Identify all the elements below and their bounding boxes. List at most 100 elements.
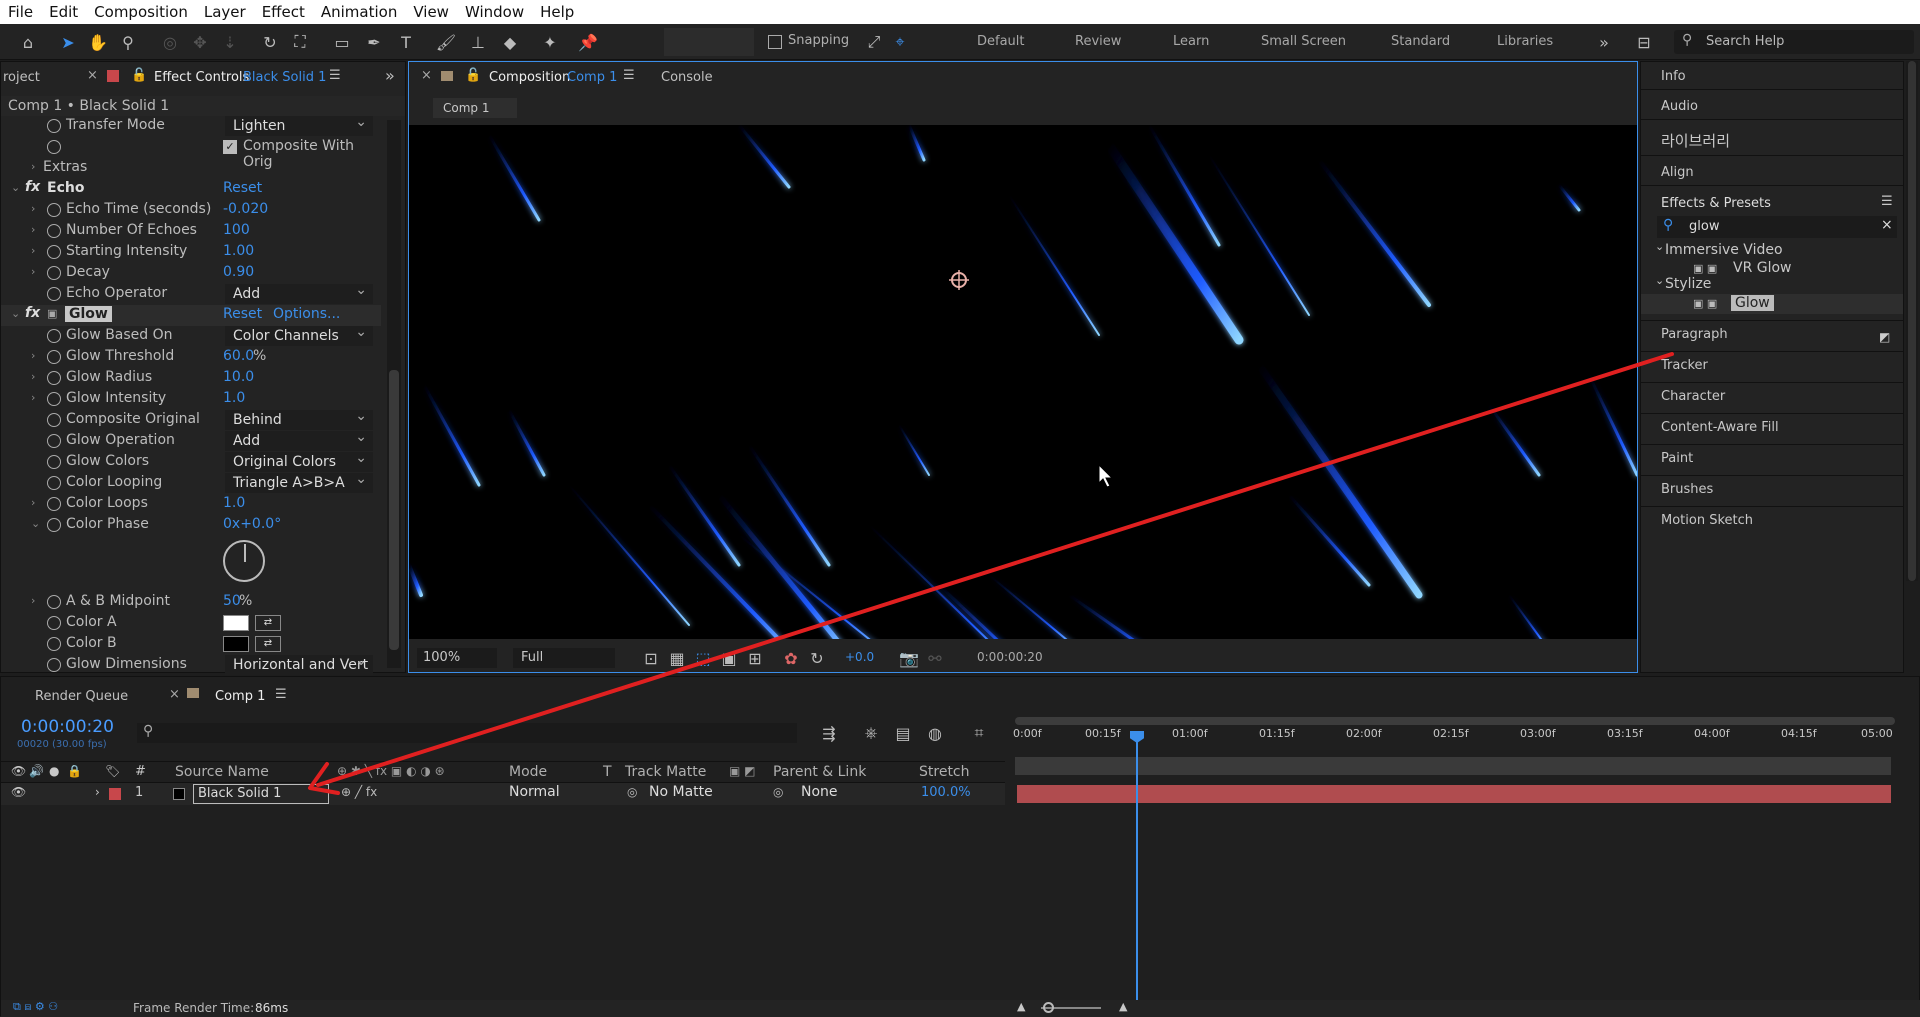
snapshot-camera-icon[interactable]: 📷 [897, 646, 921, 670]
zoom-out-icon[interactable]: ▲ [1017, 1000, 1025, 1013]
glow-intensity-value[interactable]: 1.0 [223, 390, 245, 406]
dolly-tool-icon[interactable]: ⇣ [218, 30, 242, 54]
effects-search-field[interactable]: ⚲ glow × [1657, 216, 1897, 238]
clone-stamp-icon[interactable]: ⊥ [466, 30, 490, 54]
composite-checkbox[interactable]: ✓ [223, 140, 237, 154]
color-phase-dial[interactable] [223, 540, 265, 582]
expand-arrow-icon[interactable]: › [31, 349, 35, 362]
transfer-mode-dropdown[interactable]: Lighten [225, 112, 373, 136]
layer-visibility-icon[interactable]: 👁 [11, 785, 26, 799]
source-name-header[interactable]: Source Name [175, 764, 269, 780]
color-b-swatch[interactable] [223, 636, 249, 652]
expand-arrow-icon[interactable]: › [31, 223, 35, 236]
collapse-arrow-icon[interactable]: ⌄ [1655, 240, 1664, 253]
orbit-tool-icon[interactable]: ◎ [158, 30, 182, 54]
expand-arrow-icon[interactable]: › [31, 160, 35, 173]
glow-threshold-value[interactable]: 60.0 [223, 348, 254, 364]
stopwatch-icon[interactable] [47, 371, 61, 385]
draft-3d-icon[interactable]: ⎈ [859, 721, 883, 745]
stopwatch-icon[interactable] [47, 392, 61, 406]
stopwatch-icon[interactable] [47, 224, 61, 238]
grid-icon[interactable]: ⊞ [743, 646, 767, 670]
close-tab-icon[interactable]: × [87, 68, 98, 83]
layer-duration-bar[interactable] [1017, 785, 1891, 803]
zoom-in-icon[interactable]: ▲ [1119, 1000, 1127, 1013]
work-area-bar[interactable] [1015, 717, 1895, 725]
glow-colors-dropdown[interactable]: Original Colors [225, 448, 373, 472]
brush-tool-icon[interactable]: 🖌 [434, 30, 458, 54]
close-tab-icon[interactable]: × [421, 68, 432, 83]
transparency-grid-icon[interactable]: ▦ [665, 646, 689, 670]
stopwatch-icon[interactable] [47, 616, 61, 630]
menu-effect[interactable]: Effect [254, 0, 313, 24]
color-phase-value[interactable]: 0x+0.0° [223, 516, 281, 532]
menu-window[interactable]: Window [457, 0, 532, 24]
pen-tool-icon[interactable]: ✒ [362, 30, 386, 54]
lock-icon[interactable]: 🔓 [465, 68, 481, 83]
expand-panels-icon[interactable]: » [385, 66, 395, 85]
tab-content-aware-fill[interactable]: Content-Aware Fill [1641, 413, 1903, 442]
menu-composition[interactable]: Composition [86, 0, 196, 24]
expand-arrow-icon[interactable]: › [31, 370, 35, 383]
clear-search-icon[interactable]: × [1881, 217, 1893, 233]
track-matte-header[interactable]: Track Matte [625, 764, 706, 780]
reset-exposure-icon[interactable]: ↻ [805, 646, 829, 670]
lock-icon[interactable]: 🔓 [131, 68, 147, 83]
resolution-dropdown[interactable]: Full [513, 648, 615, 668]
snap-option-icon[interactable]: ⤢ [862, 30, 886, 54]
starting-intensity-value[interactable]: 1.00 [223, 243, 254, 259]
tab-paragraph[interactable]: Paragraph [1641, 320, 1903, 349]
work-area-range[interactable] [1015, 757, 1891, 775]
expand-arrow-icon[interactable]: › [31, 391, 35, 404]
stopwatch-icon[interactable] [47, 637, 61, 651]
video-toggle-icon[interactable]: 👁 [11, 764, 26, 778]
stopwatch-icon[interactable] [47, 595, 61, 609]
mode-header[interactable]: Mode [509, 764, 547, 780]
stopwatch-icon[interactable] [47, 518, 61, 532]
collapse-arrow-icon[interactable]: ⌄ [1655, 274, 1664, 287]
right-scrollbar[interactable] [1906, 61, 1918, 581]
tab-comp-1[interactable]: Comp 1 [215, 689, 265, 704]
glow-radius-value[interactable]: 10.0 [223, 369, 254, 385]
type-tool-icon[interactable]: T [394, 30, 418, 54]
layer-switches-icons[interactable]: ⊕ ╱ fx [341, 785, 377, 799]
solo-icon[interactable]: ● [49, 764, 59, 778]
glow-operation-dropdown[interactable]: Add [225, 427, 373, 451]
tab-brushes[interactable]: Brushes [1641, 475, 1903, 504]
menu-edit[interactable]: Edit [41, 0, 86, 24]
rotate-tool-icon[interactable]: ↻ [258, 30, 282, 54]
stopwatch-icon[interactable] [47, 434, 61, 448]
tab-render-queue[interactable]: Render Queue [35, 689, 128, 704]
color-channels-icon[interactable]: ✿ [779, 646, 803, 670]
color-loops-value[interactable]: 1.0 [223, 495, 245, 511]
color-looping-dropdown[interactable]: Triangle A>B>A [225, 469, 373, 493]
folder-stylize[interactable]: Stylize [1665, 276, 1711, 292]
audio-toggle-icon[interactable]: 🔊 [29, 764, 44, 778]
tab-character[interactable]: Character [1641, 382, 1903, 411]
stopwatch-icon[interactable] [47, 329, 61, 343]
stopwatch-icon[interactable] [47, 245, 61, 259]
anchor-tool-icon[interactable]: ⛶ [288, 30, 312, 54]
panel-menu-icon[interactable]: ☰ [623, 68, 635, 83]
footer-toggle-icons[interactable]: ⧉ ⧈ ⚙ ⚇ [13, 1000, 58, 1014]
tab-motion-sketch[interactable]: Motion Sketch [1641, 506, 1903, 535]
glow-options-button[interactable]: Options... [273, 306, 340, 322]
timeline-search-field[interactable]: ⚲ [137, 723, 797, 743]
motion-blur-icon[interactable]: ◍ [923, 721, 947, 745]
tab-console[interactable]: Console [661, 70, 713, 85]
glow-based-on-dropdown[interactable]: Color Channels [225, 322, 373, 346]
collapse-arrow-icon[interactable]: ⌄ [11, 307, 20, 320]
graph-editor-icon[interactable]: ⌗ [967, 721, 991, 745]
timeline-timecode[interactable]: 0:00:00:20 [21, 717, 114, 737]
tab-effect-controls[interactable]: Effect Controls [154, 70, 249, 85]
workspace-small-screen[interactable]: Small Screen [1261, 34, 1346, 49]
scrollbar-thumb[interactable] [389, 370, 399, 650]
stopwatch-icon[interactable] [47, 658, 61, 672]
menu-help[interactable]: Help [532, 0, 582, 24]
echo-operator-dropdown[interactable]: Add [225, 280, 373, 304]
current-time-indicator[interactable] [1130, 731, 1144, 1017]
panel-menu-icon[interactable]: ☰ [275, 687, 287, 702]
composition-viewer[interactable] [409, 125, 1637, 639]
menu-view[interactable]: View [405, 0, 457, 24]
collapse-arrow-icon[interactable]: ⌄ [11, 181, 20, 194]
